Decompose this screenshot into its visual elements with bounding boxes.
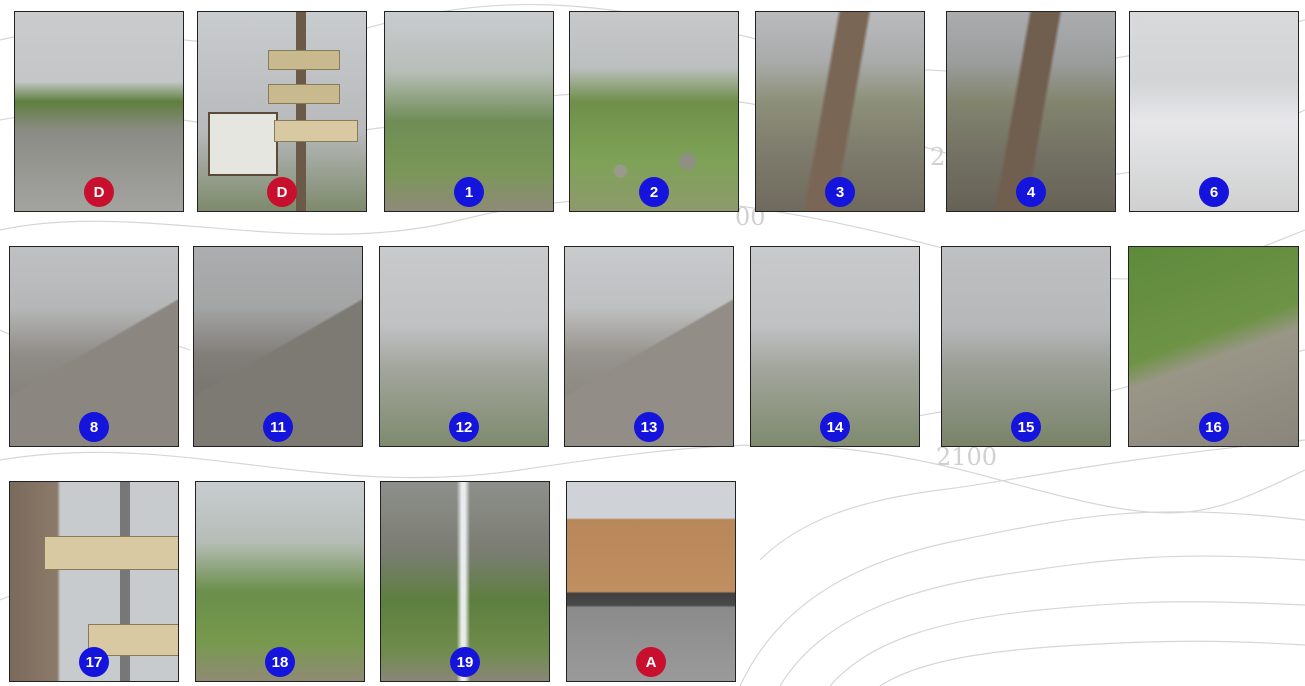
photo-badge: 13 (634, 412, 664, 442)
photo-badge: A (636, 647, 666, 677)
photo-badge: 2 (639, 177, 669, 207)
photo-badge: 1 (454, 177, 484, 207)
photo-4: 4 (946, 11, 1116, 212)
photo-badge: 18 (265, 647, 295, 677)
photo-badge: 4 (1016, 177, 1046, 207)
photo-badge: 8 (79, 412, 109, 442)
photo-d-signpost: D (197, 11, 367, 212)
photo-d-start-road: D (14, 11, 184, 212)
photo-1: 1 (384, 11, 554, 212)
photo-badge: 6 (1199, 177, 1229, 207)
photo-19: 19 (380, 481, 550, 682)
photo-13: 13 (564, 246, 734, 447)
photo-3: 3 (755, 11, 925, 212)
photo-badge: 15 (1011, 412, 1041, 442)
photo-badge: 11 (263, 412, 293, 442)
photo-12: 12 (379, 246, 549, 447)
photo-badge: D (84, 177, 114, 207)
contour-label: 2100 (936, 443, 997, 471)
photo-2: 2 (569, 11, 739, 212)
photo-a-arrival-building: A (566, 481, 736, 682)
photo-6: 6 (1129, 11, 1299, 212)
photo-badge: 14 (820, 412, 850, 442)
photo-badge: 16 (1198, 412, 1229, 442)
photo-badge: 12 (449, 412, 479, 442)
photo-18: 18 (195, 481, 365, 682)
photo-14: 14 (750, 246, 920, 447)
photo-16: 16 (1128, 246, 1299, 447)
photo-badge: D (267, 177, 297, 207)
photo-17: 17 (9, 481, 179, 682)
photo-8: 8 (9, 246, 179, 447)
photo-badge: 3 (825, 177, 855, 207)
photo-11: 11 (193, 246, 363, 447)
photo-badge: 19 (450, 647, 480, 677)
photo-badge: 17 (79, 647, 109, 677)
photo-15: 15 (941, 246, 1111, 447)
